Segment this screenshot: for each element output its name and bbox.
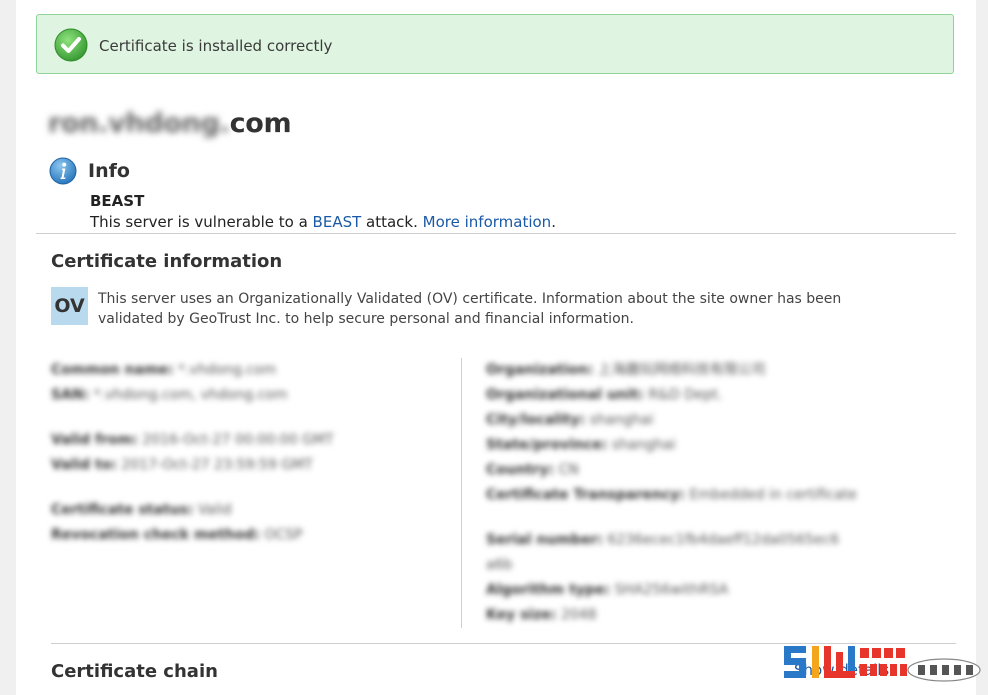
domain-suffix: com: [229, 108, 292, 139]
report-page: Certificate is installed correctly ron.v…: [16, 0, 976, 695]
beast-link[interactable]: BEAST: [313, 213, 362, 231]
ov-description: This server uses an Organizationally Val…: [98, 291, 842, 327]
detail-row: City/locality: shanghai: [486, 412, 654, 428]
watermark-logo: [784, 646, 981, 682]
cert-chain-title: Certificate chain: [51, 661, 218, 682]
ov-badge: OV: [51, 287, 88, 325]
info-heading: Info: [88, 160, 130, 182]
domain-blurred-part: ron.vhdong.: [48, 108, 230, 139]
vulnerability-text-middle: attack.: [361, 213, 423, 231]
detail-row: Organization: 上海趣玩网络科技有限公司: [486, 362, 766, 378]
vulnerability-text-before: This server is vulnerable to a: [90, 213, 313, 231]
vulnerability-title: BEAST: [90, 192, 145, 210]
detail-row: Algorithm type: SHA256withRSA: [486, 582, 729, 598]
detail-row: State/province: shanghai: [486, 437, 676, 453]
cert-details-right: Organization: 上海趣玩网络科技有限公司 Organizationa…: [486, 358, 857, 628]
vulnerability-text-after: .: [551, 213, 556, 231]
more-information-link[interactable]: More information: [423, 213, 552, 231]
detail-row: Serial number: 6236ecec1fb4daeff12da0565…: [486, 532, 840, 548]
detail-row: Organizational unit: R&D Dept.: [486, 387, 723, 403]
detail-row: a6b: [486, 557, 513, 573]
cert-details-left: Common name: *.vhdong.com SAN: *.vhdong.…: [51, 358, 334, 548]
section-divider: [36, 233, 956, 234]
detail-row: Certificate status: Valid: [51, 502, 232, 518]
detail-row: Valid to: 2017-Oct-27 23:59:59 GMT: [51, 457, 313, 473]
info-circle-icon: [49, 157, 77, 185]
domain-title: ron.vhdong.com: [48, 108, 292, 139]
detail-row: SAN: *.vhdong.com, vhdong.com: [51, 387, 288, 403]
detail-row: Revocation check method: OCSP: [51, 527, 303, 543]
detail-row: Key size: 2048: [486, 607, 597, 623]
detail-row: Certificate Transparency: Embedded in ce…: [486, 487, 857, 503]
detail-row: Country: CN: [486, 462, 579, 478]
check-circle-icon: [54, 28, 88, 62]
detail-row: Valid from: 2016-Oct-27 00:00:00 GMT: [51, 432, 334, 448]
vulnerability-description: This server is vulnerable to a BEAST att…: [90, 213, 556, 231]
success-banner: Certificate is installed correctly: [36, 14, 954, 74]
cert-info-title: Certificate information: [51, 251, 283, 272]
column-divider: [461, 358, 462, 628]
detail-row: Common name: *.vhdong.com: [51, 362, 277, 378]
banner-message: Certificate is installed correctly: [99, 37, 333, 55]
